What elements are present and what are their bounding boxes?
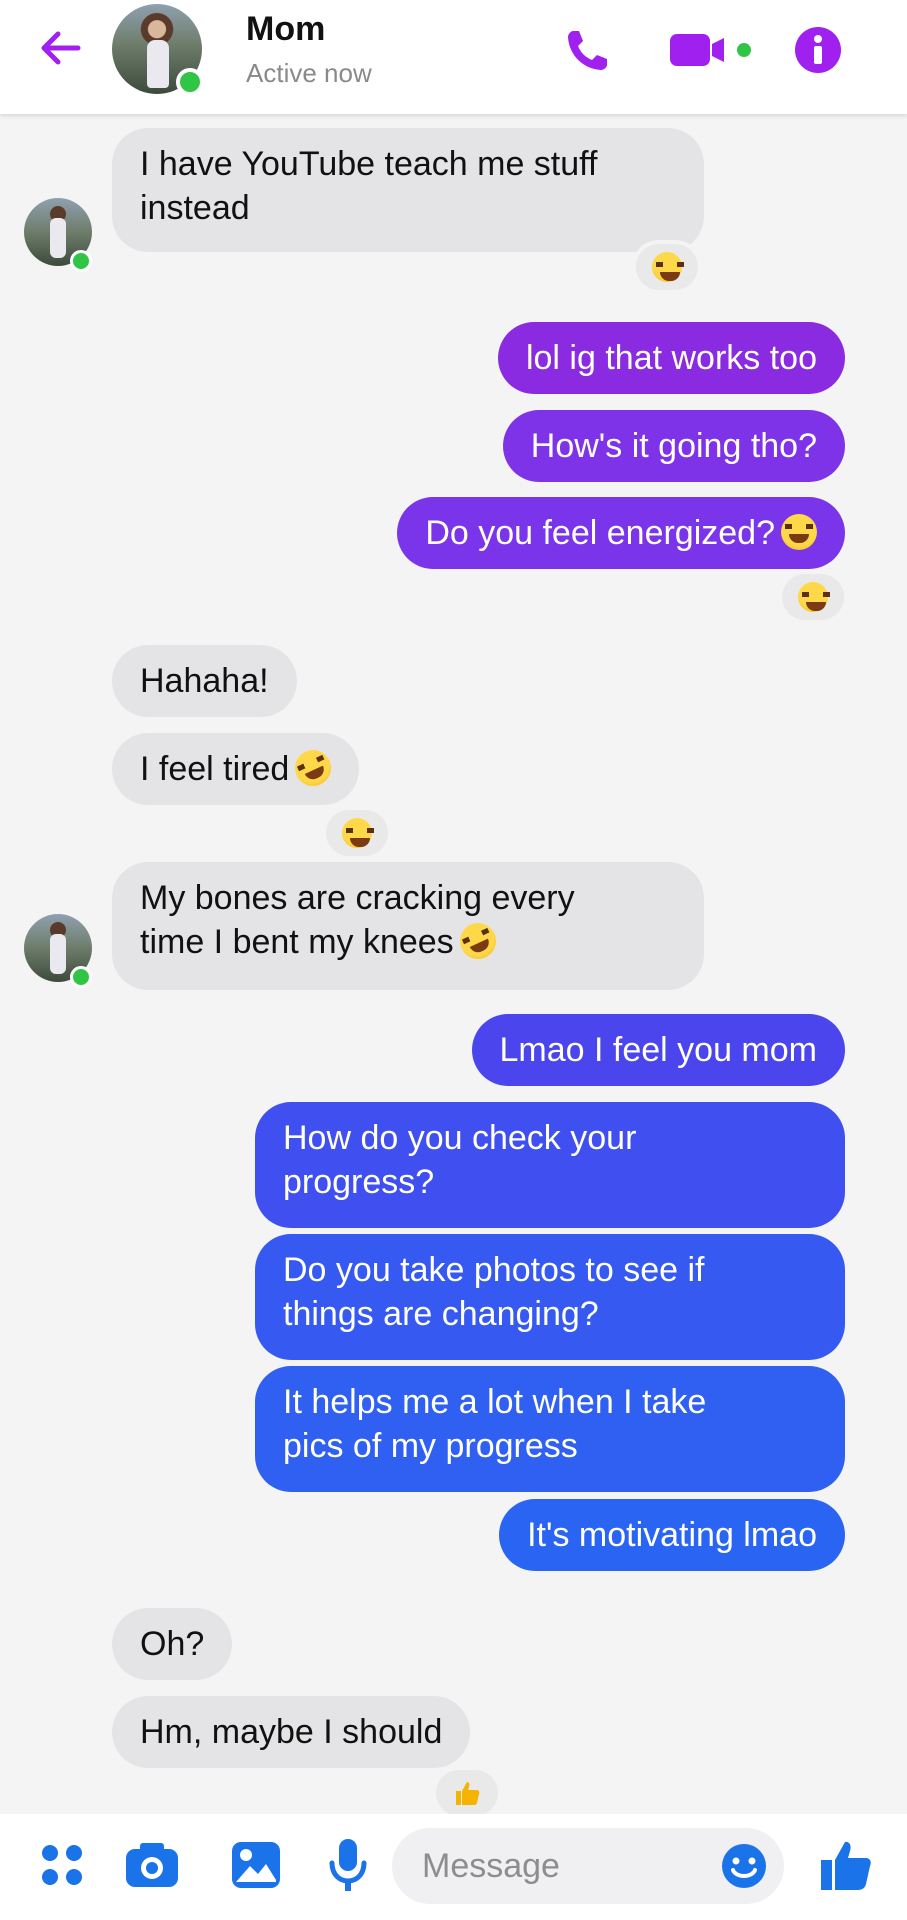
back-arrow-icon[interactable] [30,24,90,72]
outgoing-message[interactable]: How's it going tho? [502,410,845,482]
laughing-emoji-reaction[interactable] [326,810,388,856]
message-text: instead [140,189,250,227]
online-indicator [70,966,92,988]
laughing-emoji-reaction[interactable] [636,244,698,290]
info-icon[interactable] [790,24,846,76]
online-indicator [70,250,92,272]
incoming-message[interactable]: I have YouTube teach me stuff instead [112,128,704,252]
outgoing-message[interactable]: Do you feel energized? [397,497,845,569]
outgoing-message[interactable]: Do you take photos to see if things are … [255,1234,845,1360]
message-text: things are changing? [283,1295,599,1333]
menu-dots-icon[interactable] [32,1834,92,1896]
online-indicator [176,68,204,96]
message-text: How do you check your [283,1119,637,1157]
message-text: I feel tired [140,750,290,788]
rofl-emoji-icon [453,917,502,965]
thumbs-up-emoji-icon [456,1782,480,1805]
message-text: pics of my progress [283,1427,578,1465]
message-text: Do you feel energized? [425,514,775,552]
message-text: I have YouTube teach me stuff [140,145,598,183]
message-text: It helps me a lot when I take [283,1383,707,1421]
outgoing-message[interactable]: Lmao I feel you mom [471,1014,845,1086]
thumbs-up-like-icon[interactable] [816,1834,876,1896]
camera-icon[interactable] [122,1834,182,1896]
incoming-message[interactable]: Hm, maybe I should [112,1696,471,1768]
incoming-message[interactable]: Oh? [112,1608,233,1680]
composer-bar [0,1814,907,1920]
laughing-emoji-icon [342,818,374,848]
rofl-emoji-icon [289,744,338,792]
contact-status: Active now [246,58,372,88]
outgoing-message[interactable]: lol ig that works too [497,322,845,394]
laughing-emoji-reaction[interactable] [782,574,844,620]
emoji-picker-icon[interactable] [718,1840,770,1892]
laughing-emoji-icon [652,252,684,282]
incoming-message[interactable]: Hahaha! [112,645,297,717]
incoming-message[interactable]: I feel tired [112,733,360,805]
message-text: progress? [283,1163,435,1201]
outgoing-message[interactable]: How do you check your progress? [255,1102,845,1228]
message-text: Do you take photos to see if [283,1251,705,1289]
outgoing-message[interactable]: It's motivating lmao [499,1499,845,1571]
contact-name[interactable]: Mom [246,10,325,49]
phone-call-icon[interactable] [560,24,616,76]
gallery-icon[interactable] [226,1834,286,1896]
chat-header: Mom Active now [0,0,907,114]
message-text: My bones are cracking every [140,879,575,917]
incoming-message[interactable]: My bones are cracking every time I bent … [112,862,704,990]
outgoing-message[interactable]: It helps me a lot when I take pics of my… [255,1366,845,1492]
joy-emoji-icon [781,514,817,550]
thumbs-up-reaction[interactable] [436,1770,498,1816]
laughing-emoji-icon [798,582,830,612]
message-text: time I bent my knees [140,923,454,961]
video-call-icon[interactable] [668,24,758,76]
microphone-icon[interactable] [318,1834,378,1896]
